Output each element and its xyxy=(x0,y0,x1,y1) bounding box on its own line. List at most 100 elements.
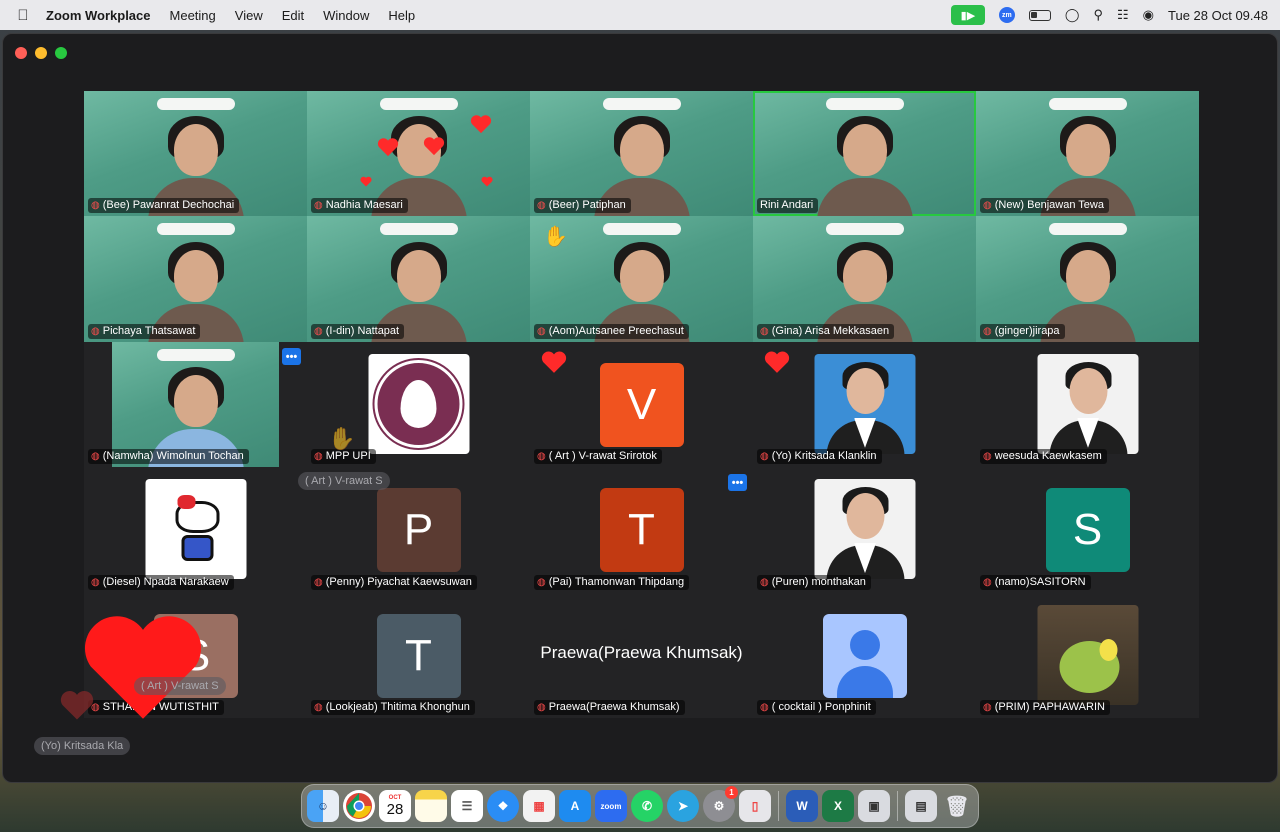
participant-tile[interactable]: ◍ (Puren) monthakan xyxy=(753,467,976,593)
participant-name: ( cocktail ) Ponphinit xyxy=(771,700,871,713)
telegram-icon[interactable]: ➤ xyxy=(667,790,699,822)
participant-name-label: ◍ (Penny) Piyachat Kaewsuwan xyxy=(311,574,477,590)
preview-icon[interactable]: ▣ xyxy=(858,790,890,822)
siri-icon[interactable]: ◉ xyxy=(1143,7,1154,23)
participant-more-button[interactable]: ••• xyxy=(282,348,301,365)
chrome-icon[interactable] xyxy=(343,790,375,822)
participant-tile[interactable]: ◍ weesuda Kaewkasem xyxy=(976,341,1199,468)
mic-muted-icon: ◍ xyxy=(91,325,100,337)
menu-edit[interactable]: Edit xyxy=(282,8,304,23)
participant-tile[interactable]: ◍ (Beer) Patiphan xyxy=(530,91,753,217)
window-controls xyxy=(15,47,67,59)
participant-tile[interactable]: ◍( cocktail ) Ponphinit xyxy=(753,592,976,718)
zoom-status-icon[interactable]: zm xyxy=(998,7,1015,23)
participant-name: (ginger)jirapa xyxy=(994,324,1060,337)
battery-icon[interactable] xyxy=(1028,9,1051,21)
word-icon[interactable]: W xyxy=(786,790,818,822)
participant-name: (Pai) Thamonwan Thipdang xyxy=(548,575,685,588)
heart-reaction-icon xyxy=(423,137,445,156)
participant-tile[interactable]: ◍ Pichaya Thatsawat xyxy=(84,216,307,342)
control-center-icon[interactable]: ☷ xyxy=(1117,7,1129,23)
event-banner xyxy=(602,98,681,110)
downloads-folder-icon[interactable]: ▤ xyxy=(905,790,937,822)
mic-muted-icon: ◍ xyxy=(537,576,546,588)
participant-tile[interactable]: Rini Andari xyxy=(753,91,976,217)
minimize-window-button[interactable] xyxy=(35,47,47,59)
mic-muted-icon: ◍ xyxy=(760,451,769,463)
participant-name: (Lookjeab) Thitima Khonghun xyxy=(325,700,470,713)
iphone-mirroring-icon[interactable]: ▯ xyxy=(739,790,771,822)
system-settings-icon[interactable]: ⚙ 1 xyxy=(703,786,738,822)
menu-clock[interactable]: Tue 28 Oct 09.48 xyxy=(1168,8,1268,23)
zoom-camera-icon[interactable]: ▮▶ xyxy=(950,5,985,25)
fullscreen-window-button[interactable] xyxy=(55,47,67,59)
mic-muted-icon: ◍ xyxy=(983,200,992,212)
notes-icon[interactable] xyxy=(415,790,447,822)
participant-name: (Puren) monthakan xyxy=(771,575,866,588)
avatar xyxy=(368,353,469,454)
notification-badge: 1 xyxy=(725,786,738,799)
screen-mirroring-icon[interactable]: ◯ xyxy=(1065,7,1080,23)
calendar-icon[interactable]: OCT 28 xyxy=(379,790,411,822)
participant-tile[interactable]: ◍ (Gina) Arisa Mekkasaen xyxy=(753,216,976,342)
participant-name-display: Praewa(Praewa Khumsak) xyxy=(540,642,743,662)
finder-icon[interactable]: ☺ xyxy=(307,790,339,822)
reminders-icon[interactable]: ☰ xyxy=(451,790,483,822)
whatsapp-icon[interactable]: ✆ xyxy=(631,790,663,822)
avatar xyxy=(822,613,907,698)
participant-tile[interactable]: Praewa(Praewa Khumsak) ◍ Praewa(Praewa Khu… xyxy=(530,592,753,718)
participant-tile[interactable]: S ◍ (namo)SASITORN xyxy=(976,467,1199,593)
mic-muted-icon: ◍ xyxy=(760,325,769,337)
participant-name-label: ◍ (namo)SASITORN xyxy=(980,574,1091,590)
excel-icon[interactable]: X xyxy=(822,790,854,822)
dock-separator xyxy=(778,791,779,821)
participant-name: ( Art ) V-rawat Srirotok xyxy=(548,450,657,463)
search-icon[interactable]: ⚲ xyxy=(1093,7,1103,23)
participant-tile[interactable]: ◍ (Bee) Pawanrat Dechochai xyxy=(84,91,307,217)
mic-muted-icon: ◍ xyxy=(537,200,546,212)
app-store-icon[interactable]: A xyxy=(559,790,591,822)
participant-name-label: ◍ weesuda Kaewkasem xyxy=(980,449,1107,465)
participant-tile[interactable]: ◍ (Namwha) Wimolnun Tochan xyxy=(84,341,307,468)
close-window-button[interactable] xyxy=(15,47,27,59)
participant-tile[interactable]: T ◍ (Pai) Thamonwan Thipdang xyxy=(530,467,753,593)
participant-name: (I-din) Nattapat xyxy=(325,324,400,337)
participant-name-label: ◍ (Aom)Autsanee Preechasut xyxy=(534,323,689,339)
participant-name: (PRIM) PAPHAWARIN xyxy=(994,700,1105,713)
participant-tile[interactable]: ◍ (PRIM) PAPHAWARIN xyxy=(976,592,1199,718)
calendar-day: 28 xyxy=(386,801,404,818)
participant-tile[interactable]: ◍ Nadhia Maesari xyxy=(307,91,530,217)
participant-name: (Penny) Piyachat Kaewsuwan xyxy=(325,575,472,588)
zoom-app-icon[interactable]: zoom xyxy=(595,790,627,822)
menu-app-name[interactable]: Zoom Workplace xyxy=(46,8,151,23)
menu-meeting[interactable]: Meeting xyxy=(170,8,216,23)
mic-muted-icon: ◍ xyxy=(760,576,769,588)
mic-muted-icon: ◍ xyxy=(537,701,546,713)
participant-name: (Aom)Autsanee Preechasut xyxy=(548,324,684,337)
participant-name-label: Rini Andari xyxy=(757,198,819,214)
heart-reaction-icon xyxy=(360,176,372,187)
mic-muted-icon: ◍ xyxy=(983,325,992,337)
launchpad-icon[interactable]: ▦ xyxy=(523,790,555,822)
event-banner xyxy=(156,98,235,110)
avatar: S xyxy=(1045,488,1130,573)
menu-view[interactable]: View xyxy=(235,8,263,23)
participant-more-button[interactable]: ••• xyxy=(728,474,747,491)
menu-window[interactable]: Window xyxy=(323,8,369,23)
participant-tile[interactable]: ◍ (ginger)jirapa xyxy=(976,216,1199,342)
participant-name: Nadhia Maesari xyxy=(325,199,403,212)
apple-icon[interactable]:  xyxy=(12,7,34,24)
participant-tile[interactable]: ◍ (New) Benjawan Tewa xyxy=(976,91,1199,217)
participant-tile[interactable]: ◍ (Diesel) Npada Narakaew xyxy=(84,467,307,593)
participant-name-label: ◍ (Yo) Kritsada Klanklin xyxy=(757,449,882,465)
safari-icon[interactable]: ❖ xyxy=(487,790,519,822)
participant-tile[interactable]: T ◍ (Lookjeab) Thitima Khonghun xyxy=(307,592,530,718)
avatar xyxy=(814,479,915,580)
participant-name-label: ◍ Pichaya Thatsawat xyxy=(88,323,201,339)
participant-tile[interactable]: ◍ (I-din) Nattapat xyxy=(307,216,530,342)
trash-icon[interactable]: 🗑 xyxy=(941,790,973,822)
menu-help[interactable]: Help xyxy=(388,8,415,23)
participant-name-label: ◍ (PRIM) PAPHAWARIN xyxy=(980,699,1110,715)
mic-muted-icon: ◍ xyxy=(314,576,323,588)
floating-reaction-name: ( Art ) V-rawat S xyxy=(134,677,226,695)
